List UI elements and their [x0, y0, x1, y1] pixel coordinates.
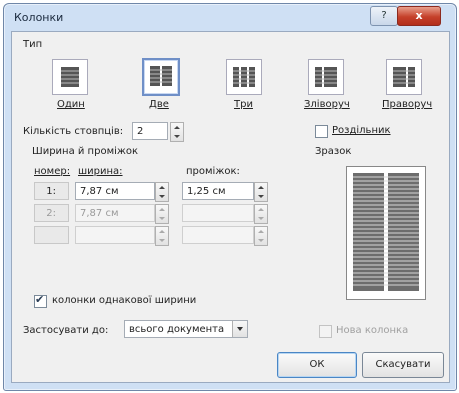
number-header: номер: — [34, 166, 71, 177]
columns-count-spinner[interactable] — [170, 122, 184, 142]
preset-left[interactable] — [308, 59, 344, 95]
separator-label: Роздільник — [332, 125, 391, 136]
preset-right[interactable] — [386, 59, 422, 95]
sample-label: Зразок — [315, 146, 352, 157]
apply-to-label: Застосувати до: — [23, 325, 109, 336]
right-column-icon — [393, 67, 415, 87]
preset-three-label: Три — [234, 99, 253, 110]
row2-spacing-spinner[interactable] — [254, 204, 268, 224]
row3-number — [34, 226, 69, 244]
separator-checkbox[interactable] — [315, 125, 328, 138]
left-column-icon — [315, 67, 337, 87]
three-columns-icon — [233, 67, 255, 87]
row1-spacing-field[interactable]: 1,25 см — [182, 182, 254, 200]
sample-preview — [346, 166, 426, 300]
preset-one-label: Один — [57, 99, 85, 110]
row3-spacing-field[interactable] — [182, 226, 254, 244]
row1-number: 1: — [34, 182, 69, 200]
preset-left-label: Зліворуч — [304, 99, 350, 110]
row3-width-field[interactable] — [75, 226, 155, 244]
two-columns-icon — [150, 66, 172, 86]
dialog-title: Колонки — [14, 11, 64, 24]
title-bar[interactable]: Колонки ? x — [4, 4, 456, 32]
new-column-checkbox[interactable] — [319, 325, 332, 338]
close-button[interactable]: x — [397, 6, 441, 26]
preset-three[interactable] — [226, 59, 262, 95]
spacing-header: проміжок: — [186, 166, 240, 177]
row1-spacing-spinner[interactable] — [254, 182, 268, 202]
columns-dialog: Колонки ? x Тип Один Две Три Зліворуч Пр… — [3, 3, 457, 391]
columns-count-field[interactable]: 2 — [132, 122, 168, 140]
row2-number: 2: — [34, 204, 69, 222]
equal-width-checkbox[interactable] — [34, 293, 47, 308]
preset-two-label: Две — [149, 99, 169, 110]
row2-width-field[interactable]: 7,87 см — [75, 204, 155, 222]
new-column-label: Нова колонка — [336, 325, 409, 336]
chevron-down-icon[interactable] — [232, 321, 247, 337]
help-button[interactable]: ? — [370, 6, 398, 26]
row3-width-spinner[interactable] — [155, 226, 169, 246]
presets-group-label: Тип — [23, 39, 43, 50]
cancel-button[interactable]: Скасувати — [362, 352, 444, 378]
one-column-icon — [61, 67, 79, 87]
row3-spacing-spinner[interactable] — [254, 226, 268, 246]
row1-width-field[interactable]: 7,87 см — [75, 182, 155, 200]
dialog-body: Тип Один Две Три Зліворуч Праворуч Кільк… — [11, 31, 450, 383]
columns-count-label: Кількість стовпців: — [23, 126, 124, 137]
preset-right-label: Праворуч — [382, 99, 433, 110]
preset-one[interactable] — [52, 59, 88, 95]
apply-to-value: всього документа — [129, 324, 225, 335]
preset-two[interactable] — [142, 58, 180, 96]
two-column-preview-icon — [353, 173, 419, 291]
width-header: ширина: — [78, 166, 123, 177]
equal-width-label: колонки однакової ширини — [52, 295, 197, 306]
row2-spacing-field[interactable] — [182, 204, 254, 222]
ok-button[interactable]: ОК — [277, 352, 357, 378]
row2-width-spinner[interactable] — [155, 204, 169, 224]
row1-width-spinner[interactable] — [155, 182, 169, 202]
apply-to-select[interactable]: всього документа — [124, 320, 248, 338]
width-spacing-group-label: Ширина й проміжок — [32, 146, 139, 157]
